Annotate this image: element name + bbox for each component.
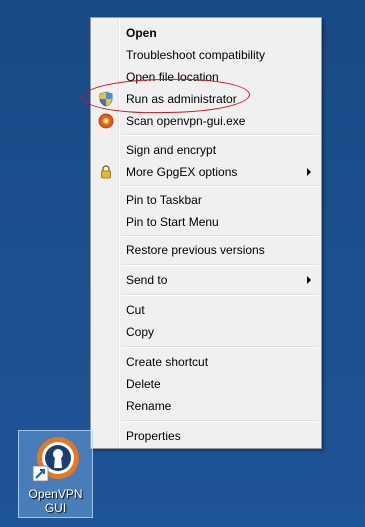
menu-separator <box>121 235 319 237</box>
menu-item-sign-encrypt-label: Sign and encrypt <box>126 143 217 157</box>
menu-item-properties[interactable]: Properties <box>93 425 319 447</box>
menu-item-open-label: Open <box>126 26 157 40</box>
submenu-arrow-icon <box>307 276 311 284</box>
shortcut-caption-line2: GUI <box>44 501 67 515</box>
submenu-arrow-icon <box>307 168 311 176</box>
menu-item-cut[interactable]: Cut <box>93 299 319 321</box>
menu-separator <box>121 134 319 136</box>
menu-item-troubleshoot-label: Troubleshoot compatibility <box>126 48 265 62</box>
menu-separator <box>121 185 319 187</box>
menu-item-pin-start-label: Pin to Start Menu <box>126 215 219 229</box>
menu-item-pin-to-start-menu[interactable]: Pin to Start Menu <box>93 211 319 233</box>
openvpn-desktop-shortcut[interactable]: OpenVPN GUI <box>18 430 93 518</box>
menu-item-pin-to-taskbar[interactable]: Pin to Taskbar <box>93 189 319 211</box>
menu-separator <box>121 420 319 422</box>
menu-item-cut-label: Cut <box>126 303 145 317</box>
menu-item-send-to-label: Send to <box>126 273 168 287</box>
menu-item-properties-label: Properties <box>126 429 181 443</box>
menu-item-scan-label: Scan openvpn-gui.exe <box>126 114 246 128</box>
menu-item-scan[interactable]: Scan openvpn-gui.exe <box>93 110 319 132</box>
menu-item-delete[interactable]: Delete <box>93 373 319 395</box>
menu-separator <box>121 346 319 348</box>
menu-separator <box>121 264 319 266</box>
menu-item-send-to[interactable]: Send to <box>93 269 319 291</box>
menu-item-restore-previous-versions[interactable]: Restore previous versions <box>93 239 319 261</box>
menu-item-create-shortcut[interactable]: Create shortcut <box>93 351 319 373</box>
menu-item-rename[interactable]: Rename <box>93 395 319 417</box>
menu-item-pin-taskbar-label: Pin to Taskbar <box>126 193 202 207</box>
shortcut-caption-line1: OpenVPN <box>28 487 83 501</box>
menu-item-copy[interactable]: Copy <box>93 321 319 343</box>
menu-item-restore-label: Restore previous versions <box>126 243 265 257</box>
menu-item-rename-label: Rename <box>126 399 172 413</box>
antivirus-scan-icon <box>98 113 114 129</box>
lock-icon <box>98 164 114 180</box>
menu-item-delete-label: Delete <box>126 377 161 391</box>
menu-item-copy-label: Copy <box>126 325 155 339</box>
menu-item-create-shortcut-label: Create shortcut <box>126 355 209 369</box>
shortcut-caption: OpenVPN GUI <box>19 487 92 515</box>
menu-item-gpgex-label: More GpgEX options <box>126 165 238 179</box>
menu-separator <box>121 294 319 296</box>
menu-item-troubleshoot-compatibility[interactable]: Troubleshoot compatibility <box>93 44 319 66</box>
openvpn-shortcut-icon <box>32 437 79 482</box>
menu-item-sign-and-encrypt[interactable]: Sign and encrypt <box>93 139 319 161</box>
menu-item-open[interactable]: Open <box>93 22 319 44</box>
menu-item-more-gpgex-options[interactable]: More GpgEX options <box>93 161 319 183</box>
